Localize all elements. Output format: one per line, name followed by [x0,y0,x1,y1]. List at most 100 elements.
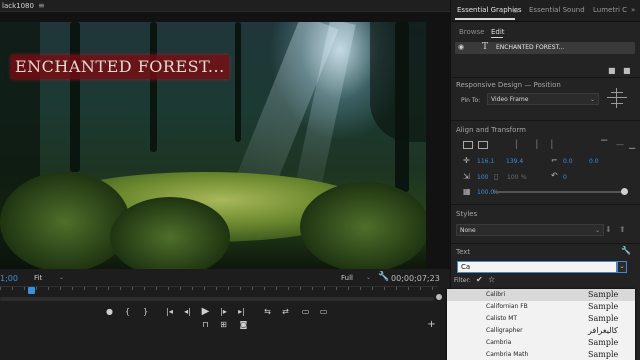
tab-essential-sound[interactable]: Essential Sound [529,6,585,14]
font-filter-row: Filter: ✔ ☆ [454,275,634,287]
step-back-button[interactable]: ◂| [182,307,193,316]
align-transform-heading: Align and Transform [456,126,526,134]
overwrite-button[interactable]: ⇄ [280,307,291,316]
fern-plant [300,182,426,269]
zoom-level-value: Fit [34,274,43,282]
anchor-y-value[interactable]: 0.0 [589,158,599,165]
font-option-name: Calibri [486,291,506,298]
font-option-sample: Sample [588,350,619,359]
playback-resolution-value: Full [341,274,353,282]
tab-edit[interactable]: Edit [491,28,505,36]
monitor-tab-bar: lack1080 ≡ [0,0,450,12]
font-option[interactable]: Cambria Math Sample [447,349,635,360]
hamburger-menu-icon[interactable]: ≡ [512,6,519,15]
font-option[interactable]: Californian FB Sample [447,301,635,313]
font-option[interactable]: Cambria Sample [447,337,635,349]
star-icon[interactable]: ☆ [488,275,495,284]
playhead-timecode[interactable]: 1;00 [0,274,18,283]
button-editor-add-button[interactable]: + [426,320,437,330]
go-to-in-button[interactable]: |◂ [164,307,175,316]
lift-button[interactable]: ⊓ [200,320,211,329]
styles-select[interactable]: None ⌄ [456,224,604,236]
styles-heading: Styles [456,210,478,218]
font-option[interactable]: Calibri Sample [447,289,635,301]
font-option-sample: Sample [588,302,619,311]
align-bottom-icon[interactable]: ▁ [629,140,635,149]
tab-overflow-icon[interactable]: » [631,6,635,14]
mark-out-button[interactable]: } [140,307,151,316]
go-to-out-button[interactable]: ▸| [236,307,247,316]
video-frame: ENCHANTED FOREST... [0,22,426,269]
opacity-slider-handle[interactable] [621,188,628,195]
active-subtab-indicator [491,37,503,38]
section-divider [451,243,640,244]
responsive-design-heading: Responsive Design — Position [456,81,561,89]
filter-label: Filter: [454,277,471,284]
arrow-down-icon[interactable]: ⬇ [605,225,612,234]
sequence-tab-title[interactable]: lack1080 [2,2,34,10]
layer-item-title[interactable]: ◉ T ENCHANTED FOREST... [455,42,635,54]
align-center-icon[interactable]: ▕ [531,140,537,149]
align-middle-icon[interactable]: — [616,140,624,149]
align-left-icon[interactable]: ▏ [516,140,522,149]
layer-name: ENCHANTED FOREST... [496,44,565,51]
align-horizontal-center-button[interactable] [478,141,488,149]
wrench-icon[interactable]: 🔧 [621,246,631,255]
scrollbar-handle[interactable] [436,294,442,300]
step-forward-button[interactable]: |▸ [218,307,229,316]
link-scale-icon[interactable]: ▯ [494,172,498,181]
arrow-up-icon[interactable]: ⬆ [619,225,626,234]
add-marker-button[interactable]: ● [104,307,115,316]
font-option-name: Calisto MT [486,315,518,322]
tab-browse[interactable]: Browse [459,28,485,36]
time-ruler[interactable] [0,286,438,296]
monitor-controls: 1;00 Fit ⌄ Full ⌄ 🔧 00;00;07;23 ● { } |◂… [0,269,450,360]
camera-icon[interactable]: ◙ [238,320,249,329]
rotation-value[interactable]: 0 [563,174,567,181]
font-option[interactable]: Calisto MT Sample [447,313,635,325]
chevron-down-icon: ⌄ [594,227,600,234]
chevron-down-icon[interactable]: ⌄ [617,261,627,273]
export-frame-button[interactable]: ▭ [300,307,311,316]
new-layer-icon[interactable]: ■ [608,66,616,75]
opacity-slider[interactable] [494,191,622,193]
insert-button[interactable]: ⇆ [262,307,273,316]
duration-timecode: 00;00;07;23 [391,274,440,283]
fern-plant [110,197,230,269]
fern-plant [0,172,130,269]
wrench-icon[interactable]: 🔧 [378,272,389,282]
check-icon[interactable]: ✔ [476,275,483,284]
hamburger-menu-icon[interactable]: ≡ [38,1,45,10]
new-folder-icon[interactable]: ■ [623,66,631,75]
font-option[interactable]: Calligrapher كاليغرافر [447,325,635,337]
pin-to-select[interactable]: Video Frame ⌄ [487,93,599,105]
chevron-down-icon: ⌄ [58,274,64,281]
pin-edges-widget[interactable] [607,88,627,108]
align-top-icon[interactable]: ▔ [601,140,607,149]
playhead-handle[interactable] [28,287,35,294]
program-monitor: lack1080 ≡ ENCHANTED FOREST... 1;00 Fit … [0,0,450,360]
font-option-name: Californian FB [486,303,528,310]
opacity-value[interactable]: 100.0 [477,189,494,196]
font-search-input[interactable]: Ca [457,261,617,273]
position-icon: ✛ [463,156,470,165]
comparison-view-button[interactable]: ▭ [318,307,329,316]
scale-value[interactable]: 100 [477,174,488,181]
scale-icon: ⇲ [463,172,470,181]
align-right-icon[interactable]: ▕ [546,140,552,149]
extract-button[interactable]: ⊞ [218,320,229,329]
mark-in-button[interactable]: { [122,307,133,316]
eye-icon[interactable]: ◉ [458,43,464,51]
position-x-value[interactable]: 116.1 [477,158,494,165]
opacity-icon: ▦ [463,187,471,196]
anchor-x-value[interactable]: 0.0 [563,158,573,165]
play-button[interactable]: ▶ [200,307,211,317]
position-y-value[interactable]: 139.4 [506,158,523,165]
tab-lumetri-color[interactable]: Lumetri C [593,6,627,14]
zoom-level-select[interactable]: Fit ⌄ [34,274,64,282]
title-text-overlay[interactable]: ENCHANTED FOREST... [11,55,229,79]
playback-resolution-select[interactable]: Full ⌄ [341,274,371,282]
zoom-scrollbar[interactable] [0,297,434,301]
styles-value: None [460,227,476,234]
align-vertical-center-button[interactable] [463,141,473,149]
